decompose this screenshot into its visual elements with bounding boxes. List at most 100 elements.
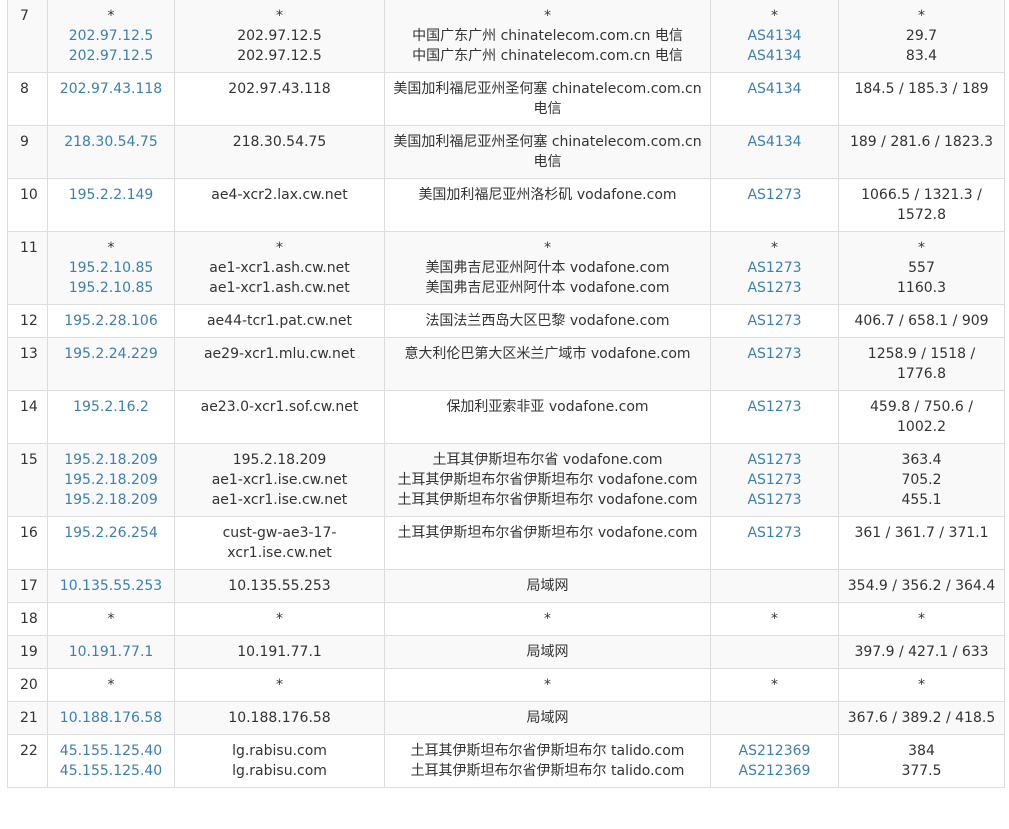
traceroute-table: 7 * 202.97.12.5 202.97.12.5 * 202.97.12.5 202.… — [7, 0, 1005, 788]
asn-link[interactable]: AS1273 — [717, 470, 832, 490]
table-row: 7 * 202.97.12.5 202.97.12.5 * 202.97.12.5 202.… — [7, 0, 1005, 73]
ip-address-link[interactable]: 218.30.54.75 — [54, 132, 168, 152]
ip-address-link[interactable]: 195.2.16.2 — [54, 397, 168, 417]
table-row: 13 195.2.24.229 ae29-xcr1.mlu.cw.net 意大利伦巴第… — [7, 337, 1005, 391]
ip-address-link[interactable]: 195.2.18.209 — [54, 450, 168, 470]
asn-cell: AS212369 AS212369 — [710, 734, 839, 788]
latency: 397.9 / 427.1 / 633 — [854, 644, 989, 660]
location-cell: * — [384, 602, 711, 636]
hostname: ae1-xcr1.ise.cw.net — [211, 472, 348, 488]
table-row: 20 * * * * * — [7, 668, 1005, 702]
location-cell: 土耳其伊斯坦布尔省 vodafone.com 土耳其伊斯坦布尔省伊斯坦布尔 vod… — [384, 443, 711, 517]
ip-address-link[interactable]: 195.2.28.106 — [54, 311, 168, 331]
ip-address-cell: 202.97.43.118 — [47, 72, 175, 126]
ip-address-cell: 195.2.28.106 — [47, 304, 175, 338]
hop-number: 9 — [7, 125, 48, 179]
ip-address-link[interactable]: 195.2.26.254 — [54, 523, 168, 543]
latency-cell: 406.7 / 658.1 / 909 — [838, 304, 1005, 338]
hostname: ae1-xcr1.ash.cw.net — [209, 280, 350, 296]
asn-link[interactable]: AS1273 — [717, 278, 832, 298]
latency-cell: 367.6 / 389.2 / 418.5 — [838, 701, 1005, 735]
ip-address-link[interactable]: 45.155.125.40 — [54, 741, 168, 761]
ip-address-link[interactable]: 202.97.12.5 — [54, 26, 168, 46]
asn-cell: AS1273 — [710, 337, 839, 391]
location: 美国加利福尼亚州圣何塞 chinatelecom.com.cn 电信 — [393, 134, 702, 170]
ip-address-cell: * — [47, 602, 175, 636]
ip-address-link[interactable]: 202.97.12.5 — [54, 46, 168, 66]
ip-address-link[interactable]: 195.2.2.149 — [54, 185, 168, 205]
table-row: 8 202.97.43.118 202.97.43.118 美国加利福尼亚州圣何塞 c… — [7, 72, 1005, 126]
hostname-cell: 10.135.55.253 — [174, 569, 385, 603]
asn: * — [771, 611, 778, 627]
asn-link[interactable]: AS1273 — [717, 311, 832, 331]
latency-cell: 189 / 281.6 / 1823.3 — [838, 125, 1005, 179]
ip-address: * — [107, 240, 115, 256]
location: * — [544, 677, 551, 693]
latency: 354.9 / 356.2 / 364.4 — [847, 578, 996, 594]
hostname-cell: ae23.0-xcr1.sof.cw.net — [174, 390, 385, 444]
asn-link[interactable]: AS1273 — [717, 523, 832, 543]
hostname-cell: ae29-xcr1.mlu.cw.net — [174, 337, 385, 391]
location: 美国弗吉尼亚州阿什本 vodafone.com — [425, 260, 670, 276]
ip-address-cell: * — [47, 668, 175, 702]
location: 美国弗吉尼亚州阿什本 vodafone.com — [425, 280, 670, 296]
asn-link[interactable]: AS4134 — [717, 79, 832, 99]
asn-cell: AS1273 — [710, 516, 839, 570]
latency-cell: 184.5 / 185.3 / 189 — [838, 72, 1005, 126]
asn-link[interactable]: AS1273 — [717, 344, 832, 364]
hostname: * — [276, 240, 283, 256]
hostname-cell: 202.97.43.118 — [174, 72, 385, 126]
latency: 455.1 — [901, 492, 942, 508]
ip-address-link[interactable]: 195.2.18.209 — [54, 490, 168, 510]
ip-address-link[interactable]: 45.155.125.40 — [54, 761, 168, 781]
latency-cell: 363.4 705.2 455.1 — [838, 443, 1005, 517]
table-row: 12 195.2.28.106 ae44-tcr1.pat.cw.net 法国法兰西岛… — [7, 304, 1005, 338]
ip-address-cell: * 195.2.10.85 195.2.10.85 — [47, 231, 175, 305]
ip-address-cell: * 202.97.12.5 202.97.12.5 — [47, 0, 175, 73]
latency: 1160.3 — [897, 280, 946, 296]
asn-link[interactable]: AS212369 — [717, 741, 832, 761]
asn: * — [771, 8, 778, 24]
hop-number: 15 — [7, 443, 48, 517]
asn-link[interactable]: AS1273 — [717, 258, 832, 278]
asn-link[interactable]: AS1273 — [717, 185, 832, 205]
asn-link[interactable]: AS4134 — [717, 26, 832, 46]
ip-address-link[interactable]: 195.2.18.209 — [54, 470, 168, 490]
ip-address-cell: 195.2.24.229 — [47, 337, 175, 391]
hostname: lg.rabisu.com — [232, 743, 327, 759]
ip-address: * — [107, 611, 115, 627]
hostname-cell: * 202.97.12.5 202.97.12.5 — [174, 0, 385, 73]
ip-address-cell: 195.2.16.2 — [47, 390, 175, 444]
latency-cell: 397.9 / 427.1 / 633 — [838, 635, 1005, 669]
asn: * — [771, 677, 778, 693]
asn-cell — [710, 635, 839, 669]
asn-link[interactable]: AS212369 — [717, 761, 832, 781]
table-row: 11 * 195.2.10.85 195.2.10.85 * ae1-xcr1.ash.c… — [7, 231, 1005, 305]
ip-address-link[interactable]: 202.97.43.118 — [54, 79, 168, 99]
asn-link[interactable]: AS1273 — [717, 490, 832, 510]
hostname-cell: 10.191.77.1 — [174, 635, 385, 669]
location-cell: 美国加利福尼亚州圣何塞 chinatelecom.com.cn 电信 — [384, 125, 711, 179]
hop-number: 11 — [7, 231, 48, 305]
ip-address-link[interactable]: 195.2.10.85 — [54, 258, 168, 278]
ip-address-link[interactable]: 10.191.77.1 — [54, 642, 168, 662]
ip-address-link[interactable]: 195.2.24.229 — [54, 344, 168, 364]
hostname: 202.97.43.118 — [228, 81, 331, 97]
hop-number: 7 — [7, 0, 48, 73]
hostname: 10.135.55.253 — [228, 578, 331, 594]
asn-cell: AS1273 — [710, 390, 839, 444]
asn-link[interactable]: AS1273 — [717, 397, 832, 417]
ip-address-link[interactable]: 195.2.10.85 — [54, 278, 168, 298]
ip-address-link[interactable]: 10.135.55.253 — [54, 576, 168, 596]
hop-number: 17 — [7, 569, 48, 603]
hostname-cell: cust-gw-ae3-17-xcr1.ise.cw.net — [174, 516, 385, 570]
asn-link[interactable]: AS4134 — [717, 46, 832, 66]
hop-number: 13 — [7, 337, 48, 391]
hostname-cell: ae4-xcr2.lax.cw.net — [174, 178, 385, 232]
latency: 83.4 — [905, 48, 938, 64]
asn-link[interactable]: AS1273 — [717, 450, 832, 470]
ip-address-link[interactable]: 10.188.176.58 — [54, 708, 168, 728]
location-cell: 意大利伦巴第大区米兰广域市 vodafone.com — [384, 337, 711, 391]
asn-link[interactable]: AS4134 — [717, 132, 832, 152]
table-row: 22 45.155.125.40 45.155.125.40 lg.rabisu.co… — [7, 734, 1005, 788]
